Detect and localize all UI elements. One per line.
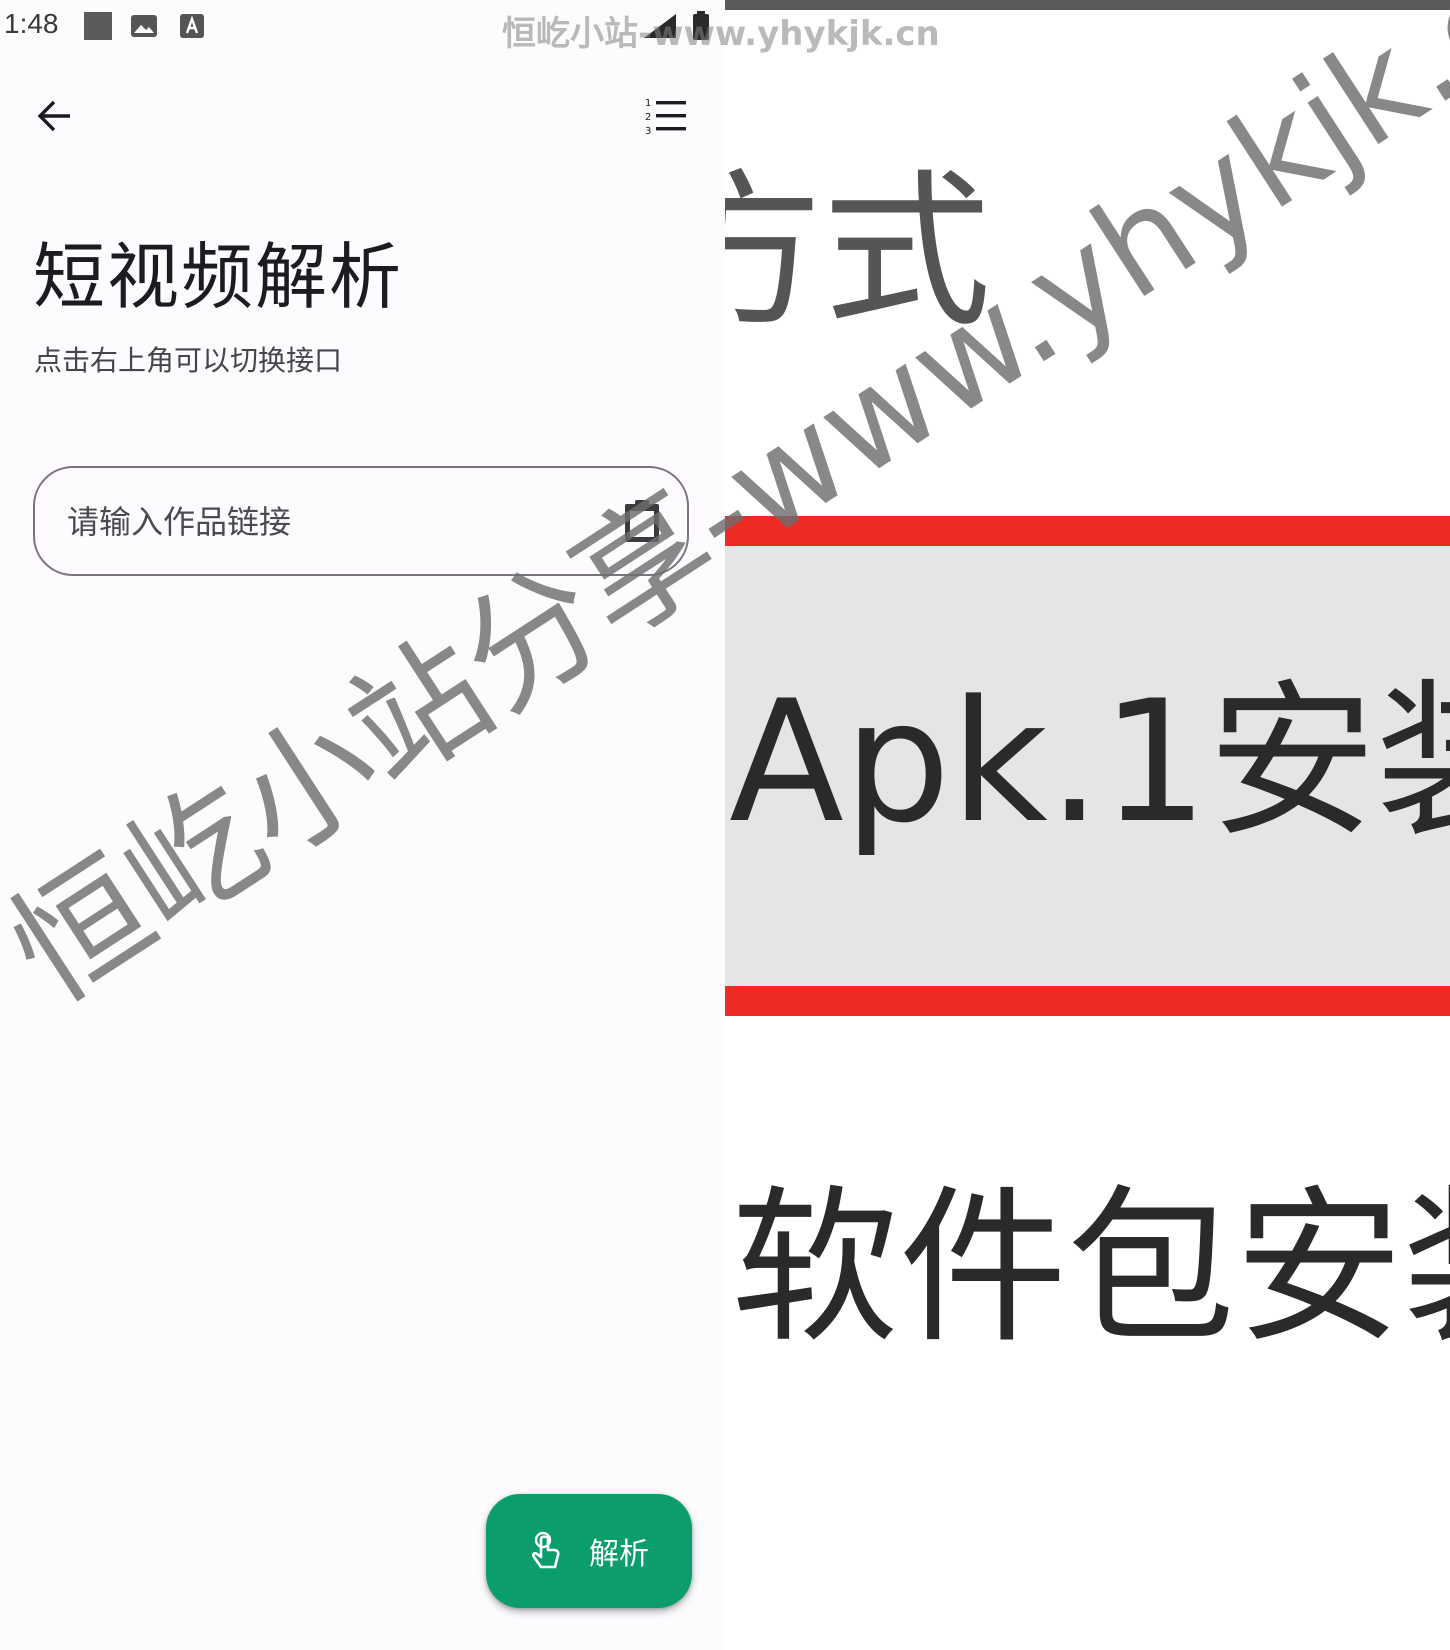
zoomed-detail-panel: 方式 Apk.1安装 软件包安装: [725, 0, 1450, 1650]
numbered-list-icon: 1 2 3: [645, 98, 686, 136]
image-notification-icon: [130, 12, 158, 40]
zoom-bottom-text: 软件包安装: [731, 1170, 1450, 1366]
phone-screen: 1:48 1 2 3 短视频解析 点击右上角可以切换接口 请输入作品链接 解析: [0, 0, 725, 1650]
back-button[interactable]: [24, 86, 84, 146]
svg-text:2: 2: [645, 112, 651, 123]
link-input[interactable]: [65, 468, 609, 576]
link-input-container: [33, 466, 689, 576]
highlight-border-bottom: [725, 986, 1450, 1016]
page-title: 短视频解析: [33, 235, 404, 319]
status-time: 1:48: [4, 8, 59, 39]
clipboard-icon: [625, 500, 659, 542]
highlight-border-top: [725, 516, 1450, 546]
tap-hand-icon: [532, 1531, 560, 1569]
parse-button-label: 解析: [589, 1537, 649, 1572]
svg-text:3: 3: [645, 126, 651, 136]
top-app-bar: 1 2 3: [0, 80, 725, 152]
zoom-fragment-text: 方式: [725, 154, 991, 350]
keyboard-a-icon: [178, 12, 206, 40]
switch-api-button[interactable]: 1 2 3: [636, 86, 696, 146]
paste-button[interactable]: [615, 494, 669, 548]
svg-text:1: 1: [645, 98, 651, 109]
zoom-highlight-text: Apk.1安装: [729, 664, 1450, 860]
parse-button[interactable]: 解析: [486, 1494, 692, 1608]
page-subtitle: 点击右上角可以切换接口: [34, 344, 343, 377]
square-notification-icon: [84, 12, 112, 40]
top-watermark: 恒屹小站-www.yhykjk.cn: [502, 14, 940, 54]
arrow-left-icon: [37, 100, 70, 132]
